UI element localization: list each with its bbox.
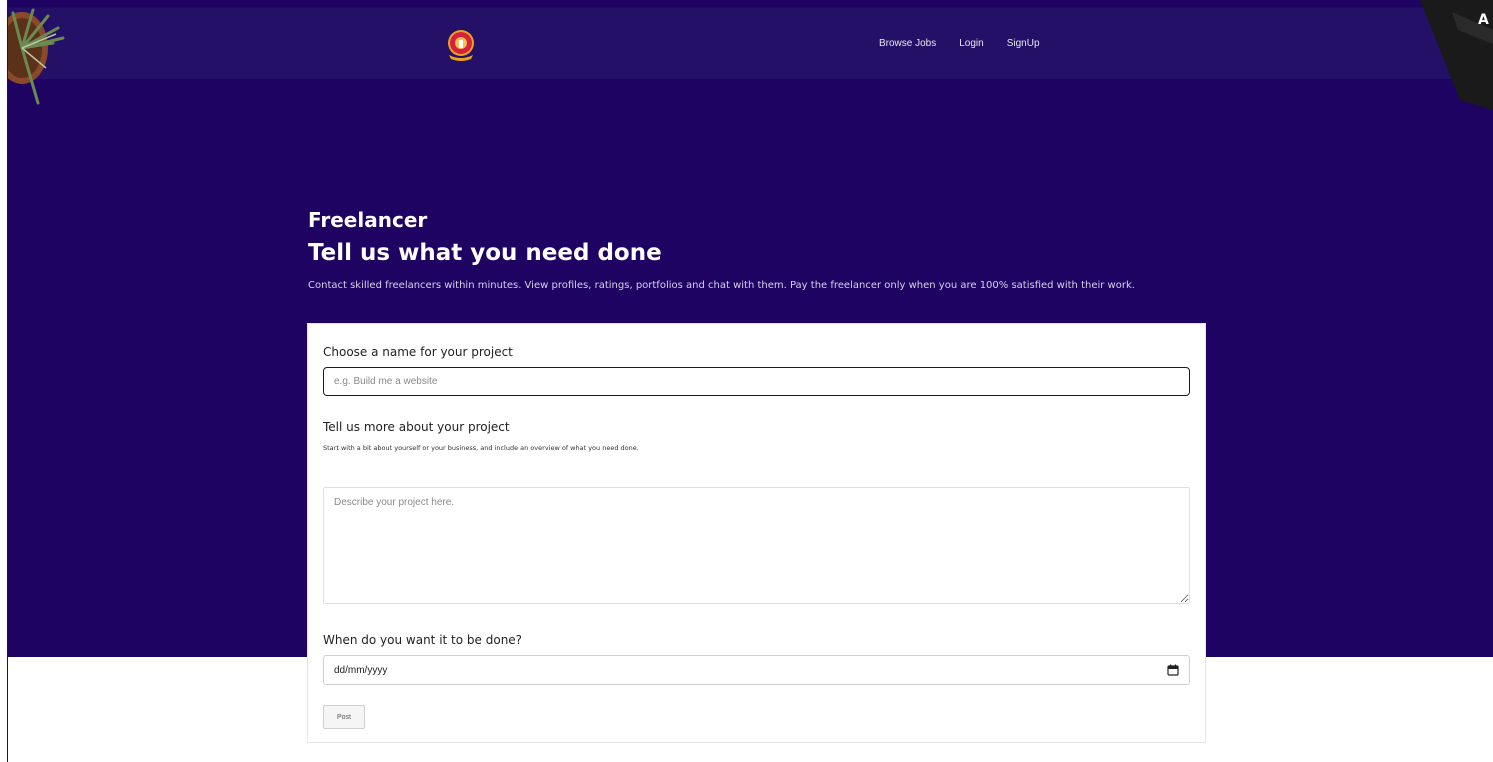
date-value: dd/mm/yyyy: [334, 664, 388, 676]
nav-login[interactable]: Login: [959, 38, 983, 49]
top-border: [8, 7, 1493, 8]
navbar: [8, 8, 1493, 79]
project-description-input[interactable]: [323, 487, 1190, 604]
project-name-label: Choose a name for your project: [323, 345, 513, 359]
page-subtitle: Contact skilled freelancers within minut…: [308, 280, 1135, 291]
nav-links: Browse Jobs Login SignUp: [879, 38, 1040, 49]
deadline-label: When do you want it to be done?: [323, 633, 523, 647]
nav-browse-jobs[interactable]: Browse Jobs: [879, 38, 936, 49]
left-border: [7, 0, 8, 762]
post-button[interactable]: Post: [323, 705, 365, 729]
post-project-form: Choose a name for your project Tell us m…: [307, 323, 1206, 743]
book-decoration-icon: A: [1410, 0, 1493, 110]
deadline-date-input[interactable]: dd/mm/yyyy: [323, 655, 1190, 685]
svg-text:A: A: [1478, 12, 1489, 28]
plant-decoration-icon: [8, 8, 65, 105]
page-brand-title: Freelancer: [308, 208, 428, 232]
nav-signup[interactable]: SignUp: [1007, 38, 1040, 49]
calendar-icon[interactable]: [1167, 664, 1179, 676]
project-description-help: Start with a bit about yourself or your …: [323, 444, 639, 452]
page-headline: Tell us what you need done: [308, 240, 662, 266]
project-name-input[interactable]: [323, 367, 1190, 396]
lamp-emblem-icon[interactable]: [444, 28, 478, 62]
project-description-label: Tell us more about your project: [323, 420, 510, 434]
